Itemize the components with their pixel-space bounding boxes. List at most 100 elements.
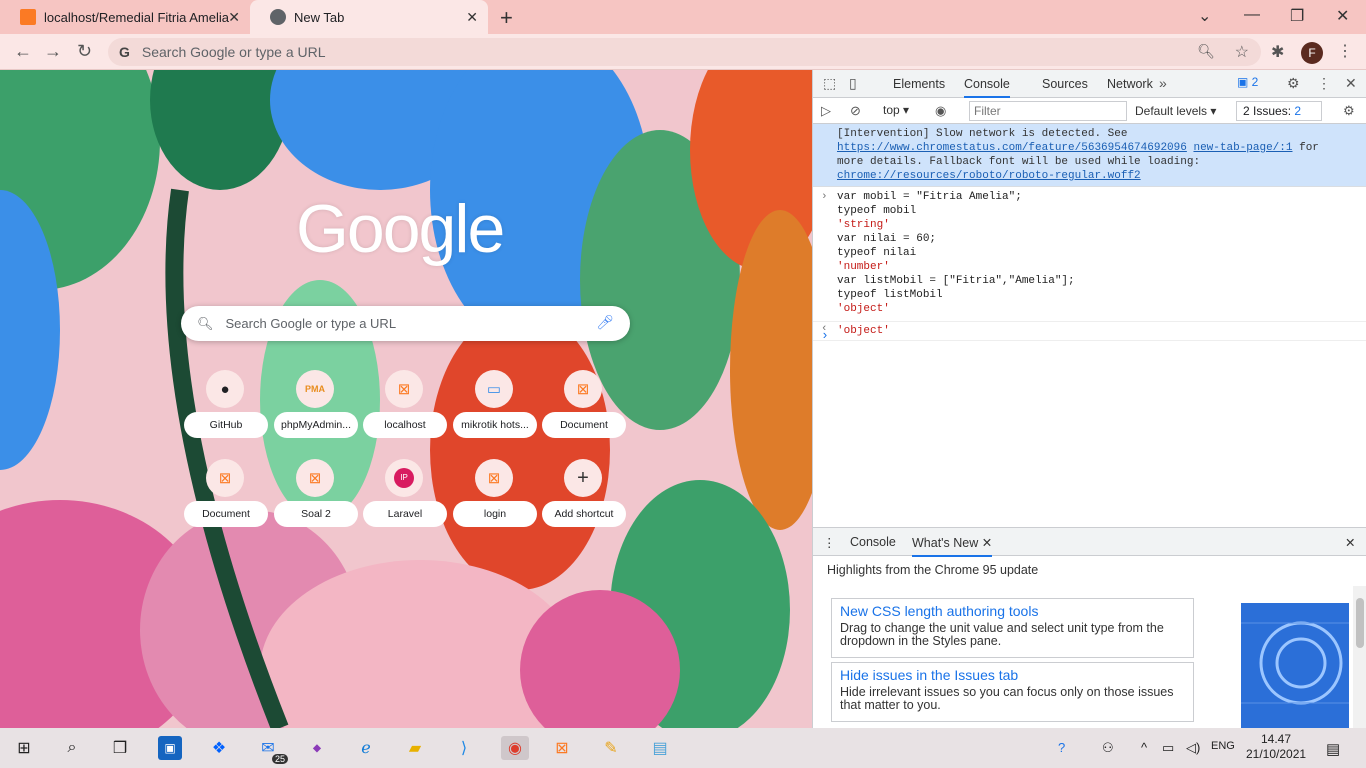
inspect-icon[interactable]: ⬚ [823,75,836,92]
tab-network[interactable]: Network [1107,77,1153,91]
restore-button[interactable]: ❐ [1290,6,1304,26]
context-label: top [883,103,900,117]
card-heading[interactable]: Hide issues in the Issues tab [840,667,1185,683]
microphone-icon[interactable]: 🎤︎ [596,314,614,331]
windows-start-icon[interactable]: ⊞ [12,736,36,760]
drawer-scrollbar[interactable] [1353,586,1366,728]
eye-icon[interactable]: ◉ [935,103,946,119]
drawer-tab-whats-new[interactable]: What's New ✕ [912,535,993,557]
whats-new-card[interactable]: Hide issues in the Issues tab Hide irrel… [831,662,1194,722]
messages-badge[interactable]: ▣ 2 [1237,75,1258,89]
result-value: 'object' [837,325,890,337]
clock[interactable]: 14.47 21/10/2021 [1246,732,1306,762]
shortcut-login[interactable]: ⊠ login [453,459,537,527]
close-icon[interactable]: ✕ [982,536,992,550]
notifications-icon[interactable]: ▤ [1326,740,1340,758]
device-toggle-icon[interactable]: ▯ [849,75,857,92]
drawer-menu-icon[interactable]: ⋮ [823,535,836,550]
card-heading[interactable]: New CSS length authoring tools [840,603,1185,619]
back-icon[interactable]: ← [14,41,32,62]
whats-new-title: Highlights from the Chrome 95 update [827,563,1039,577]
console-line: var mobil = "Fitria Amelia"; [837,191,1022,203]
language-indicator[interactable]: ENG [1211,740,1235,752]
shortcut-soal-2[interactable]: ⊠ Soal 2 [274,459,358,527]
vscode-icon[interactable]: ⟩ [452,736,476,760]
dropbox-icon[interactable]: ❖ [207,736,231,760]
paint-icon[interactable]: ✎ [599,736,623,760]
log-levels-select[interactable]: Default levels ▾ [1135,104,1216,118]
bookmark-star-icon[interactable]: ☆ [1235,42,1249,62]
windows-taskbar: ⊞ ⌕ ❒ ▣ ❖ ✉ 25 ◆ ℯ ▰ ⟩ ◉ ⊠ ✎ ▤ ? ⚇ ^ ▭ ◁)… [0,728,1366,768]
shortcut-github[interactable]: ● GitHub [184,370,268,438]
chevron-up-icon[interactable]: ^ [1141,740,1147,755]
zoom-icon[interactable]: 🔍︎ [1197,43,1215,60]
shortcut-mikrotik[interactable]: ▭ mikrotik hots... [453,370,537,438]
drawer-tab-console[interactable]: Console [850,535,896,549]
omnibox[interactable]: G Search Google or type a URL 🔍︎ ☆ [108,38,1261,66]
new-tab-button[interactable]: + [500,5,513,31]
console-line: var nilai = 60; [837,233,937,245]
mail-badge: 25 [271,754,288,764]
edge-icon[interactable]: ℯ [354,736,378,760]
chromestatus-link[interactable]: https://www.chromestatus.com/feature/563… [837,142,1187,154]
logo-app-icon[interactable]: ◆ [305,736,329,760]
tab-new-tab[interactable]: New Tab ✕ [250,0,488,34]
help-icon[interactable]: ? [1058,740,1065,755]
shortcut-document[interactable]: ⊠ Document [542,370,626,438]
ntp-search-placeholder: Search Google or type a URL [225,316,397,331]
tab-title: New Tab [294,9,345,25]
console-toolbar: ▷ ⊘ top ▾ ◉ Filter Default levels ▾ 2 Is… [813,98,1366,124]
issues-button[interactable]: 2 Issues: 2 [1236,101,1322,121]
volume-icon[interactable]: ◁) [1186,740,1200,756]
clear-console-icon[interactable]: ⊘ [850,103,861,119]
minimize-button[interactable]: — [1244,6,1260,24]
filter-input[interactable]: Filter [969,101,1127,121]
xampp-icon: ⊠ [296,459,334,497]
avatar[interactable]: F [1301,42,1323,64]
shortcut-phpmyadmin[interactable]: PMA phpMyAdmin... [274,370,358,438]
close-drawer-icon[interactable]: ✕ [1345,535,1355,550]
settings-gear-icon[interactable]: ⚙ [1287,75,1300,92]
menu-icon[interactable]: ⋮ [1337,41,1353,61]
tab-elements[interactable]: Elements [893,77,945,91]
chrome-icon[interactable]: ◉ [501,736,529,760]
more-tabs-icon[interactable]: » [1159,75,1167,91]
context-select[interactable]: top ▾ [883,103,909,117]
people-icon[interactable]: ⚇ [1102,740,1114,756]
shortcut-document-2[interactable]: ⊠ Document [184,459,268,527]
devtools-menu-icon[interactable]: ⋮ [1317,75,1331,92]
tab-search-icon[interactable]: ⌄ [1198,6,1211,26]
search-icon[interactable]: ⌕ [60,736,84,760]
mail-icon[interactable]: ✉ 25 [256,736,288,764]
battery-icon[interactable]: ▭ [1162,740,1174,756]
shortcut-localhost[interactable]: ⊠ localhost [363,370,447,438]
font-link[interactable]: chrome://resources/roboto/roboto-regular… [837,170,1141,182]
forward-icon[interactable]: → [44,41,62,62]
shortcut-add[interactable]: + Add shortcut [542,459,626,527]
tab-console[interactable]: Console [964,77,1010,98]
scrollbar-thumb[interactable] [1356,598,1364,648]
reload-icon[interactable]: ↻ [77,41,92,62]
close-tab-icon[interactable]: ✕ [466,9,478,26]
file-explorer-icon[interactable]: ▰ [403,736,427,760]
xampp-icon[interactable]: ⊠ [550,736,574,760]
close-tab-icon[interactable]: ✕ [228,9,240,26]
task-view-icon[interactable]: ❒ [108,736,132,760]
extensions-icon[interactable]: ✱ [1271,42,1284,62]
shortcut-laravel[interactable]: IP Laravel [363,459,447,527]
store-icon[interactable]: ▣ [158,736,182,760]
tab-title: localhost/Remedial Fitria Amelia [44,9,229,25]
ntp-search-box[interactable]: 🔍︎ Search Google or type a URL 🎤︎ [181,306,630,341]
tab-localhost[interactable]: localhost/Remedial Fitria Amelia ✕ [0,0,250,34]
sidebar-toggle-icon[interactable]: ▷ [821,103,831,119]
close-devtools-icon[interactable]: ✕ [1345,75,1357,92]
console-settings-icon[interactable]: ⚙ [1343,103,1355,119]
tab-sources[interactable]: Sources [1042,77,1088,91]
notes-icon[interactable]: ▤ [648,736,672,760]
xampp-icon: ⊠ [206,459,244,497]
close-window-button[interactable]: ✕ [1336,6,1349,26]
console-output: [Intervention] Slow network is detected.… [813,124,1366,527]
source-link[interactable]: new-tab-page/:1 [1193,142,1292,154]
whats-new-card[interactable]: New CSS length authoring tools Drag to c… [831,598,1194,658]
console-prompt[interactable]: › [821,328,829,343]
